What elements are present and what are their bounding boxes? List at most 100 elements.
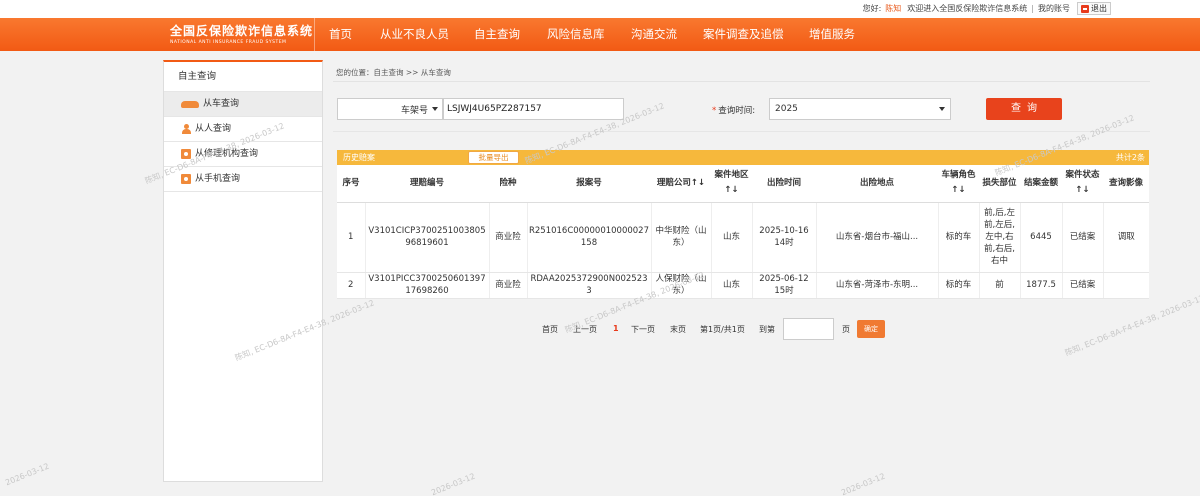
table-row: 2 V3101PICC370025060139717698260 商业险 RDA… — [337, 272, 1149, 299]
sidebar-item-label: 从车查询 — [203, 98, 240, 109]
chevron-down-icon — [432, 107, 438, 111]
username-link[interactable]: 陈知 — [885, 4, 901, 13]
cell-claim-no: V3101PICC370025060139717698260 — [365, 272, 490, 299]
separator: | — [1031, 4, 1034, 13]
cell-images — [1103, 272, 1149, 299]
sidebar-item-label: 从人查询 — [195, 123, 232, 134]
col-header-claim-no: 理赔编号 — [365, 165, 489, 203]
col-header-report-no: 报案号 — [527, 165, 651, 203]
pager-info: 第1页/共1页 — [700, 325, 745, 334]
query-button[interactable]: 查询 — [986, 98, 1062, 120]
nav-risk-db[interactable]: 风险信息库 — [547, 18, 605, 51]
main-content: 您的位置：自主查询 >> 从车查询 车架号 LSJWJ4U65PZ287157 … — [333, 60, 1150, 482]
search-form: 车架号 LSJWJ4U65PZ287157 * 查询时间: 2025 查询 — [333, 98, 1150, 122]
col-header-index: 序号 — [337, 165, 365, 203]
nav-case-investigation[interactable]: 案件调查及追偿 — [703, 18, 784, 51]
fetch-images-link[interactable]: 调取 — [1103, 202, 1149, 273]
logout-icon — [1081, 4, 1089, 13]
history-claims-bar: 历史赔案 批量导出 共计2条 — [337, 150, 1149, 165]
sidebar-item-vehicle-query[interactable]: 从车查询 — [164, 92, 322, 117]
cell-settlement-amount: 6445 — [1020, 202, 1063, 273]
col-header-settlement-amount: 结案金额 — [1020, 165, 1062, 203]
query-year-select[interactable]: 2025 — [769, 98, 951, 120]
sidebar-item-label: 从修理机构查询 — [195, 148, 259, 159]
cell-vehicle-role: 标的车 — [938, 272, 980, 299]
pager-page-input[interactable] — [783, 318, 834, 340]
cell-insurance-type: 商业险 — [489, 272, 528, 299]
col-header-company[interactable]: 理赔公司↑↓ — [651, 165, 711, 203]
col-header-vehicle-role[interactable]: 车辆角色↑↓ — [938, 165, 979, 203]
sidebar-item-phone-query[interactable]: 从手机查询 — [164, 167, 322, 192]
cell-accident-location: 山东省-菏泽市-东明... — [816, 272, 939, 299]
table-header-row: 序号 理赔编号 险种 报案号 理赔公司↑↓ 案件地区↑↓ 出险时间 出险地点 车… — [337, 165, 1149, 203]
cell-accident-time: 2025-10-16 14时 — [752, 202, 817, 273]
col-header-accident-location: 出险地点 — [816, 165, 938, 203]
pager-current-page[interactable]: 1 — [613, 324, 619, 333]
pager-confirm-button[interactable]: 确定 — [857, 320, 885, 338]
col-header-accident-time: 出险时间 — [752, 165, 816, 203]
chevron-down-icon — [939, 107, 945, 111]
cell-index: 2 — [337, 272, 366, 299]
logout-button[interactable]: 退出 — [1077, 2, 1111, 15]
cell-company: 中华财险（山东） — [651, 202, 712, 273]
phone-icon — [181, 174, 191, 184]
nav-bad-practitioners[interactable]: 从业不良人员 — [380, 18, 449, 51]
claims-table: 序号 理赔编号 险种 报案号 理赔公司↑↓ 案件地区↑↓ 出险时间 出险地点 车… — [337, 165, 1149, 299]
main-nav-bar: 全国反保险欺诈信息系统 NATIONAL ANTI INSURANCE FRAU… — [0, 18, 1200, 51]
cell-damage-parts: 前 — [979, 272, 1021, 299]
sidebar-item-repair-shop-query[interactable]: 从修理机构查询 — [164, 142, 322, 167]
nav-home[interactable]: 首页 — [329, 18, 352, 51]
record-count: 共计2条 — [1115, 153, 1145, 162]
vin-input[interactable]: LSJWJ4U65PZ287157 — [443, 98, 624, 120]
pager-prev[interactable]: 上一页 — [573, 324, 597, 335]
cell-index: 1 — [337, 202, 366, 273]
greeting-text: 您好: — [862, 4, 882, 13]
cell-report-no: R251016C00000010000027158 — [527, 202, 652, 273]
cell-region: 山东 — [711, 272, 753, 299]
col-header-region[interactable]: 案件地区↑↓ — [711, 165, 752, 203]
pagination: 首页 上一页 1 下一页 末页 第1页/共1页 到第 页 确定 — [333, 318, 1150, 340]
cell-case-status: 已结案 — [1062, 272, 1104, 299]
query-year-value: 2025 — [775, 104, 798, 114]
cell-report-no: RDAA2025372900N0025233 — [527, 272, 652, 299]
nav-communication[interactable]: 沟通交流 — [631, 18, 677, 51]
car-icon — [181, 100, 199, 108]
repair-shop-icon — [181, 149, 191, 159]
col-header-damage-parts: 损失部位 — [979, 165, 1020, 203]
col-header-images: 查询影像 — [1103, 165, 1149, 203]
cell-accident-time: 2025-06-12 15时 — [752, 272, 817, 299]
system-logo[interactable]: 全国反保险欺诈信息系统 NATIONAL ANTI INSURANCE FRAU… — [170, 22, 312, 45]
sidebar-item-label: 从手机查询 — [195, 173, 241, 184]
pager-next[interactable]: 下一页 — [631, 324, 655, 335]
my-account-link[interactable]: 我的账号 — [1038, 4, 1070, 13]
logout-label: 退出 — [1091, 4, 1107, 13]
nav-self-query[interactable]: 自主查询 — [474, 18, 520, 51]
cell-vehicle-role: 标的车 — [938, 202, 980, 273]
cell-company: 人保财险（山东） — [651, 272, 712, 299]
col-header-insurance-type: 险种 — [489, 165, 527, 203]
welcome-text: 欢迎进入全国反保险欺诈信息系统 — [907, 4, 1028, 13]
sidebar-item-person-query[interactable]: 从人查询 — [164, 117, 322, 142]
table-row: 1 V3101CICP370025100380596819601 商业险 R25… — [337, 202, 1149, 273]
top-user-info: 您好: 陈知 欢迎进入全国反保险欺诈信息系统 | 我的账号 — [863, 3, 1070, 14]
cell-damage-parts: 前,后,左前,左后,左中,右前,右后,右中 — [979, 202, 1021, 273]
col-header-case-status[interactable]: 案件状态↑↓ — [1062, 165, 1103, 203]
person-icon — [181, 124, 191, 134]
sidebar: 自主查询 从车查询 从人查询 从修理机构查询 从手机查询 — [163, 60, 323, 482]
pager-first[interactable]: 首页 — [542, 324, 558, 335]
nav-value-added[interactable]: 增值服务 — [809, 18, 855, 51]
sidebar-title: 自主查询 — [164, 62, 322, 92]
cell-accident-location: 山东省-烟台市-福山... — [816, 202, 939, 273]
search-type-value: 车架号 — [400, 105, 428, 116]
search-type-select[interactable]: 车架号 — [337, 98, 443, 120]
nav-divider — [314, 18, 315, 51]
section-divider — [333, 131, 1150, 132]
watermark: 2026-03-12 — [4, 461, 51, 488]
cell-settlement-amount: 1877.5 — [1020, 272, 1063, 299]
pager-last[interactable]: 末页 — [670, 324, 686, 335]
breadcrumb-divider — [333, 81, 1150, 82]
pager-goto-label: 到第 — [759, 325, 775, 334]
batch-export-button[interactable]: 批量导出 — [468, 151, 519, 164]
logo-subtitle: NATIONAL ANTI INSURANCE FRAUD SYSTEM — [170, 40, 287, 45]
top-utility-bar: 您好: 陈知 欢迎进入全国反保险欺诈信息系统 | 我的账号 退出 — [0, 0, 1200, 18]
